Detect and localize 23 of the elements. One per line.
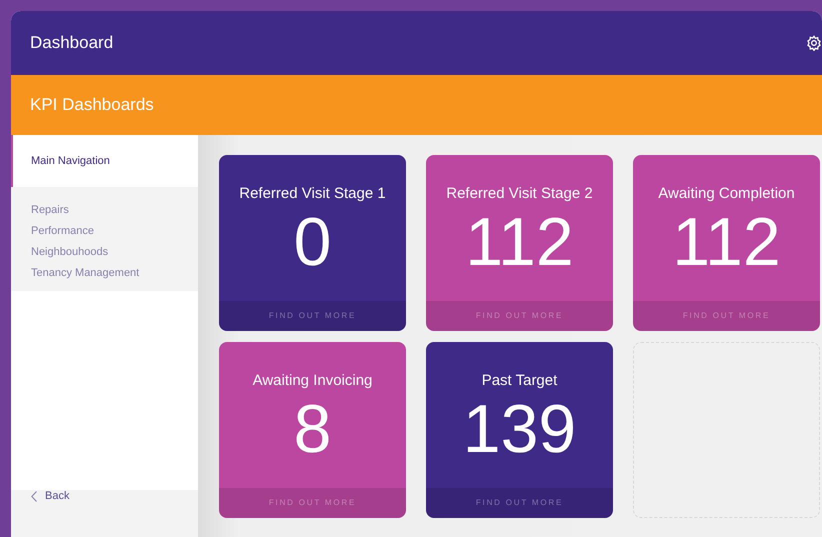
back-link[interactable]: Back: [31, 490, 70, 502]
card-title: Referred Visit Stage 2: [445, 185, 594, 202]
find-out-more-link[interactable]: FIND OUT MORE: [633, 301, 820, 331]
nav-heading: Main Navigation: [31, 155, 110, 167]
nav-link[interactable]: Repairs: [31, 204, 69, 216]
find-out-more-link[interactable]: FIND OUT MORE: [219, 488, 406, 518]
card-value: 112: [464, 208, 575, 282]
find-out-more-link[interactable]: FIND OUT MORE: [219, 301, 406, 331]
find-out-more-link[interactable]: FIND OUT MORE: [426, 488, 613, 518]
card-value: 8: [292, 395, 332, 469]
page-title: KPI Dashboards: [30, 95, 154, 115]
card-title: Awaiting Completion: [657, 185, 796, 202]
card-value: 0: [292, 208, 332, 282]
card-title: Referred Visit Stage 1: [238, 185, 387, 202]
nav-link[interactable]: Tenancy Management: [31, 267, 140, 279]
window-title: Dashboard: [30, 33, 114, 53]
card-value: 139: [462, 395, 578, 469]
card-title: Awaiting Invoicing: [252, 372, 374, 389]
card-value: 112: [671, 208, 782, 282]
nav-link[interactable]: Neighbouhoods: [31, 246, 108, 258]
card-title: Past Target: [480, 372, 558, 389]
nav-link[interactable]: Performance: [31, 225, 94, 237]
find-out-more-link[interactable]: FIND OUT MORE: [426, 301, 613, 331]
